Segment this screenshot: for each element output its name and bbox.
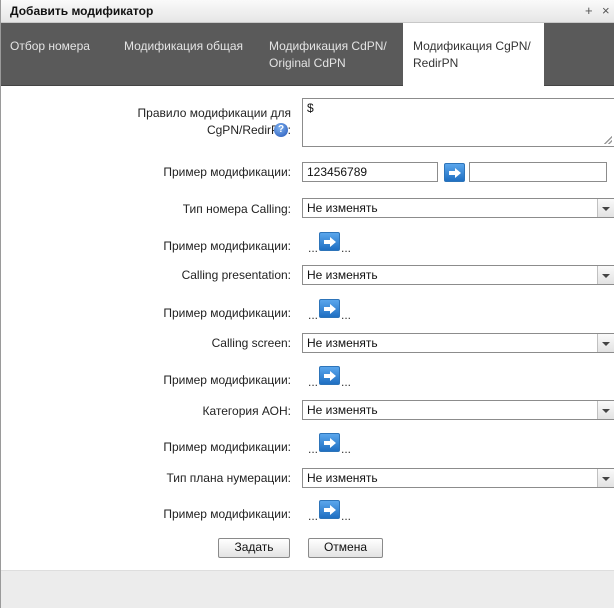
dialog-title: Добавить модификатор xyxy=(10,4,154,18)
dialog-footer xyxy=(1,570,614,608)
aon-category-select[interactable]: Не изменять xyxy=(302,400,614,420)
rule-value: $ xyxy=(307,101,314,115)
numbering-plan-type-label: Тип плана нумерации: xyxy=(166,471,291,485)
example-dots-before-2: ... xyxy=(308,308,319,322)
apply-example-button-1[interactable] xyxy=(319,232,340,251)
aon-category-label: Категория АОН: xyxy=(202,404,291,418)
calling-screen-value: Не изменять xyxy=(307,336,378,350)
example-dots-after-1: ... xyxy=(341,241,352,255)
submit-button[interactable]: Задать xyxy=(218,538,290,558)
numbering-plan-type-value: Не изменять xyxy=(307,471,378,485)
modifier-dialog: Добавить модификатор + × Отбор номера Мо… xyxy=(0,0,614,608)
arrow-right-icon xyxy=(449,168,461,178)
chevron-down-icon xyxy=(597,266,614,284)
calling-presentation-value: Не изменять xyxy=(307,268,378,282)
add-icon[interactable]: + xyxy=(585,3,593,18)
example-input[interactable]: 123456789 xyxy=(302,162,438,182)
example-label-4: Пример модификации: xyxy=(163,440,291,454)
chevron-down-icon xyxy=(597,401,614,419)
apply-example-button-2[interactable] xyxy=(319,299,340,318)
arrow-right-icon xyxy=(324,304,336,314)
example-dots-after-3: ... xyxy=(341,375,352,389)
calling-number-type-value: Не изменять xyxy=(307,201,378,215)
apply-example-button[interactable] xyxy=(444,163,465,182)
example-label-2: Пример модификации: xyxy=(163,306,291,320)
arrow-right-icon xyxy=(324,505,336,515)
calling-screen-label: Calling screen: xyxy=(211,336,291,350)
example-result-field[interactable] xyxy=(469,162,607,182)
arrow-right-icon xyxy=(324,237,336,247)
aon-category-value: Не изменять xyxy=(307,403,378,417)
arrow-right-icon xyxy=(324,371,336,381)
question-icon[interactable]: ? xyxy=(274,123,288,137)
calling-presentation-select[interactable]: Не изменять xyxy=(302,265,614,285)
resize-grip-icon[interactable] xyxy=(604,136,612,144)
calling-presentation-label: Calling presentation: xyxy=(181,268,291,282)
tab-cgpn-modification[interactable]: Модификация CgPN/ RedirPN xyxy=(403,23,544,86)
cancel-button[interactable]: Отмена xyxy=(308,538,383,558)
tab-general-modification[interactable]: Модификация общая xyxy=(124,23,259,86)
rule-label: Правило модификации для CgPN/RedirPN: xyxy=(1,105,291,139)
example-label-1: Пример модификации: xyxy=(163,239,291,253)
dialog-titlebar: Добавить модификатор + × xyxy=(1,0,614,23)
apply-example-button-3[interactable] xyxy=(319,366,340,385)
example-dots-after-2: ... xyxy=(341,308,352,322)
example-label-3: Пример модификации: xyxy=(163,373,291,387)
calling-screen-select[interactable]: Не изменять xyxy=(302,333,614,353)
example-dots-before-3: ... xyxy=(308,375,319,389)
example-dots-before-1: ... xyxy=(308,241,319,255)
example-dots-after-5: ... xyxy=(341,509,352,523)
apply-example-button-4[interactable] xyxy=(319,433,340,452)
apply-example-button-5[interactable] xyxy=(319,500,340,519)
tab-number-selection[interactable]: Отбор номера xyxy=(10,23,120,86)
tab-cdpn-modification[interactable]: Модификация CdPN/ Original CdPN xyxy=(269,23,394,86)
tab-bar: Отбор номера Модификация общая Модификац… xyxy=(1,23,614,86)
example-main-label: Пример модификации: xyxy=(163,165,291,179)
rule-textarea[interactable]: $ xyxy=(302,98,614,147)
chevron-down-icon xyxy=(597,199,614,217)
chevron-down-icon xyxy=(597,469,614,487)
example-dots-after-4: ... xyxy=(341,442,352,456)
calling-number-type-label: Тип номера Calling: xyxy=(182,202,291,216)
numbering-plan-type-select[interactable]: Не изменять xyxy=(302,468,614,488)
example-dots-before-5: ... xyxy=(308,509,319,523)
calling-number-type-select[interactable]: Не изменять xyxy=(302,198,614,218)
example-label-5: Пример модификации: xyxy=(163,507,291,521)
chevron-down-icon xyxy=(597,334,614,352)
close-icon[interactable]: × xyxy=(602,3,610,18)
example-dots-before-4: ... xyxy=(308,442,319,456)
arrow-right-icon xyxy=(324,438,336,448)
rule-label-text: Правило модификации для CgPN/RedirPN: xyxy=(137,106,291,137)
